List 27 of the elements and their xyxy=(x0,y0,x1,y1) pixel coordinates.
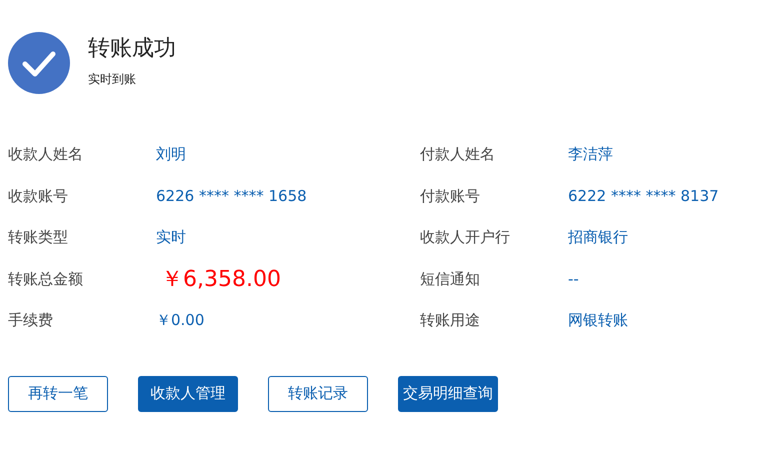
field-label: 转账总金额 xyxy=(8,270,84,289)
field-value: 刘明 xyxy=(156,145,186,164)
field-label: 手续费 xyxy=(8,311,54,330)
status-title: 转账成功 xyxy=(88,34,176,62)
field-value: 6222 **** **** 8137 xyxy=(568,187,719,206)
field-label: 收款账号 xyxy=(8,186,69,206)
action-button[interactable]: 交易明细查询 xyxy=(398,376,498,412)
success-check-icon xyxy=(8,32,70,94)
field-label: 收款人开户行 xyxy=(420,228,511,248)
field-label: 转账类型 xyxy=(8,228,69,248)
field-value: 网银转账 xyxy=(568,311,628,330)
field-value: 实时 xyxy=(156,228,186,248)
field-label: 付款人姓名 xyxy=(420,145,496,164)
field-value: 6226 **** **** 1658 xyxy=(156,187,307,206)
action-button[interactable]: 转账记录 xyxy=(268,376,368,412)
status-subtitle: 实时到账 xyxy=(88,70,137,88)
action-button[interactable]: 收款人管理 xyxy=(138,376,238,412)
field-label: 付款账号 xyxy=(420,186,481,206)
field-value: ￥0.00 xyxy=(156,311,204,330)
action-button[interactable]: 再转一笔 xyxy=(8,376,108,412)
field-value: 李洁萍 xyxy=(568,145,613,164)
field-label: 短信通知 xyxy=(420,270,481,289)
field-value: -- xyxy=(568,270,579,288)
field-label: 收款人姓名 xyxy=(8,145,84,164)
field-value: ￥6,358.00 xyxy=(160,266,281,294)
field-value: 招商银行 xyxy=(568,228,628,248)
field-label: 转账用途 xyxy=(420,311,481,330)
